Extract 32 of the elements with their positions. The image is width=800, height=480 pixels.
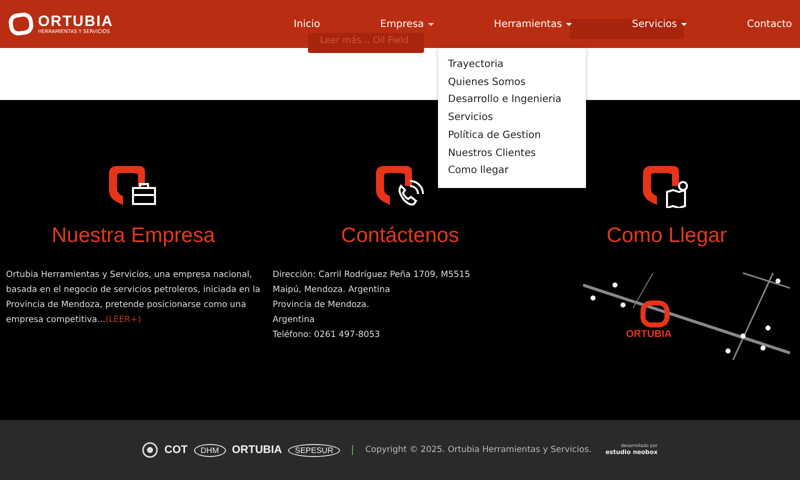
menu-item[interactable]: Política de Gestion bbox=[448, 126, 576, 145]
company-description: Ortubia Herramientas y Servicios, una empresa nacional, basada en el negocio de servicios petroleros, iniciada en la Provincia de Mendoza, pretende posicionarse como una empresa competitiva...(LEER+) bbox=[5, 269, 262, 327]
section-title: Como Llegar bbox=[606, 224, 727, 248]
read-more-link[interactable]: (LEER+) bbox=[105, 315, 141, 325]
nav-link[interactable]: Contacto bbox=[746, 18, 792, 30]
menu-item[interactable]: Como llegar bbox=[448, 162, 576, 180]
partner-logo: COT bbox=[164, 444, 188, 456]
section-title: Contáctenos bbox=[341, 224, 459, 248]
menu-item[interactable]: Desarrollo e Ingenieria bbox=[448, 91, 576, 110]
contact-line: Dirección: Carril Rodríguez Peña 1709, M5515 bbox=[272, 269, 472, 282]
logo-icon bbox=[8, 11, 34, 37]
nav-link[interactable]: Empresa bbox=[380, 18, 434, 30]
menu-item[interactable]: Trayectoria bbox=[448, 56, 576, 74]
partner-logo: DHM bbox=[194, 444, 226, 456]
partial-button[interactable] bbox=[570, 19, 684, 39]
nav-link[interactable]: Inicio bbox=[294, 18, 320, 30]
logo-name: ORTUBIA bbox=[38, 14, 114, 28]
menu-item[interactable]: Nuestros Clientes bbox=[448, 144, 576, 162]
partner-logo: ORTUBIA bbox=[232, 444, 282, 456]
map-label: ORTUBIA bbox=[626, 329, 672, 340]
menu-item[interactable]: Quienes Somos bbox=[448, 74, 576, 92]
contact-line: Maipú, Mendoza. Argentina bbox=[272, 284, 392, 297]
emblem-icon bbox=[142, 442, 158, 458]
nav-link[interactable]: Servicios bbox=[632, 18, 687, 30]
menu-item[interactable]: Servicios bbox=[448, 109, 576, 127]
copyright-text: Copyright © 2025. Ortubia Herramientas y Servicios. bbox=[365, 445, 592, 455]
contact-line: Provincia de Mendoza. bbox=[272, 299, 370, 312]
contact-line: Argentina bbox=[272, 314, 316, 327]
partner-logo: SEPESUR bbox=[288, 444, 340, 456]
contact-line: Teléfono: 0261 497-8053 bbox=[272, 329, 382, 342]
section-title: Nuestra Empresa bbox=[52, 224, 216, 248]
nav-link[interactable]: Herramientas bbox=[494, 18, 572, 30]
